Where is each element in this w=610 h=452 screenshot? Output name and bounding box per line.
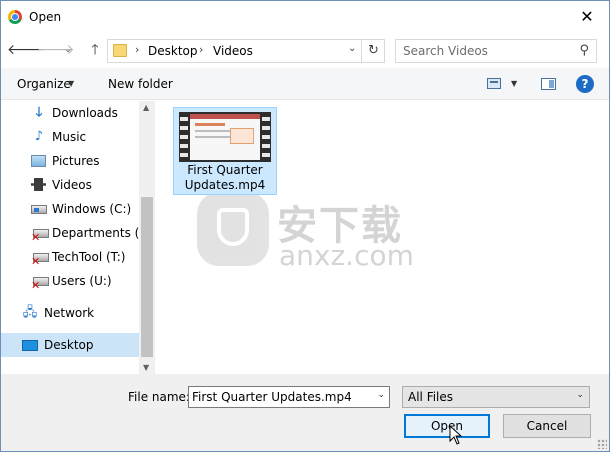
downloads-icon: 🡓 — [35, 105, 43, 120]
up-button[interactable]: 🡑 — [85, 40, 105, 60]
breadcrumb-desktop[interactable]: Desktop — [148, 44, 198, 58]
recent-locations-button[interactable]: ⌄ — [61, 40, 75, 60]
windows-drive-icon — [31, 205, 47, 214]
breadcrumb-videos[interactable]: Videos — [213, 44, 253, 58]
window-title: Open — [29, 10, 62, 24]
sidebar-item-desktop[interactable]: Desktop — [1, 333, 139, 357]
sidebar-item-label: Pictures — [52, 154, 100, 168]
file-item-name: First Quarter Updates.mp4 — [184, 163, 266, 192]
close-button[interactable]: ✕ — [575, 5, 599, 29]
sidebar-item-label: Videos — [52, 178, 92, 192]
sidebar-item-label: Network — [44, 306, 95, 320]
sidebar-item-label: TechTool (T:) — [52, 250, 126, 264]
help-icon[interactable]: ? — [576, 75, 594, 93]
file-item[interactable]: First Quarter Updates.mp4 — [173, 107, 277, 195]
scroll-up-icon[interactable]: ▲ — [143, 103, 149, 112]
chevron-down-icon[interactable]: ▼ — [68, 79, 74, 88]
command-toolbar: Organize ▼ New folder ▼ ? — [1, 68, 609, 100]
sidebar-item-users[interactable]: ✕ Users (U:) — [1, 269, 139, 293]
music-icon: ♪ — [34, 129, 44, 144]
back-button[interactable]: 🡐 — [7, 40, 45, 60]
chevron-down-icon[interactable]: ⌄ — [576, 390, 584, 400]
scroll-thumb[interactable] — [141, 197, 153, 357]
refresh-button[interactable]: ↻ — [361, 40, 385, 62]
search-placeholder: Search Videos — [403, 44, 488, 58]
videos-icon — [31, 178, 46, 191]
navigation-pane: 🡓 Downloads ♪ Music Pictures Videos Wind… — [1, 101, 139, 374]
disconnected-network-drive-icon: ✕ — [31, 253, 49, 267]
scroll-down-icon[interactable]: ▼ — [143, 363, 149, 372]
sidebar-item-label: Windows (C:) — [52, 202, 132, 216]
folder-icon — [113, 44, 127, 57]
network-icon: 🖧 — [22, 305, 38, 320]
watermark-text-en: anxz.com — [279, 239, 414, 272]
file-list[interactable]: 安下载 anxz.com First Quarter Updates.mp4 — [155, 101, 609, 374]
search-input[interactable]: Search Videos ⚲ — [395, 39, 597, 63]
sidebar-item-label: Music — [52, 130, 87, 144]
file-type-select[interactable]: All Files ⌄ — [402, 386, 590, 408]
navigation-scrollbar[interactable]: ▲ ▼ — [139, 101, 155, 374]
desktop-icon — [22, 340, 38, 351]
chevron-right-icon[interactable]: › — [199, 43, 203, 56]
pictures-icon — [31, 155, 46, 167]
title-bar: Open ✕ — [1, 1, 609, 33]
sidebar-item-label: Desktop — [44, 338, 94, 352]
sidebar-item-windows-c[interactable]: Windows (C:) — [1, 197, 139, 221]
change-view-icon[interactable] — [487, 78, 501, 89]
sidebar-item-label: Downloads — [52, 106, 118, 120]
forward-button[interactable]: 🡒 — [37, 40, 75, 60]
disconnected-network-drive-icon: ✕ — [31, 277, 49, 291]
sidebar-item-music[interactable]: ♪ Music — [1, 125, 139, 149]
chevron-down-icon[interactable]: ▼ — [511, 79, 517, 88]
address-bar[interactable]: › Desktop › Videos ⌄ ↻ — [107, 39, 385, 63]
address-row: 🡐 🡒 ⌄ 🡑 › Desktop › Videos ⌄ ↻ Search Vi… — [1, 34, 609, 68]
chrome-icon — [8, 10, 22, 24]
sidebar-item-departments[interactable]: ✕ Departments (N: — [1, 221, 139, 245]
resize-grip[interactable] — [597, 439, 607, 449]
chevron-right-icon[interactable]: › — [135, 43, 139, 56]
new-folder-button[interactable]: New folder — [108, 77, 173, 91]
sidebar-item-label: Users (U:) — [52, 274, 112, 288]
mouse-cursor-icon — [449, 425, 463, 445]
file-name-input[interactable]: First Quarter Updates.mp4 ⌄ — [188, 386, 390, 408]
sidebar-item-pictures[interactable]: Pictures — [1, 149, 139, 173]
organize-button[interactable]: Organize — [17, 77, 71, 91]
chevron-down-icon[interactable]: ⌄ — [348, 43, 356, 54]
file-name-value[interactable]: First Quarter Updates.mp4 — [192, 390, 352, 404]
open-file-dialog: Open ✕ 🡐 🡒 ⌄ 🡑 › Desktop › Videos ⌄ ↻ Se… — [0, 0, 610, 452]
file-name-label: File name: — [128, 390, 190, 404]
chevron-down-icon[interactable]: ⌄ — [377, 390, 385, 400]
open-button[interactable]: Open — [404, 414, 490, 438]
disconnected-network-drive-icon: ✕ — [31, 229, 49, 243]
sidebar-item-network[interactable]: 🖧 Network — [1, 301, 139, 325]
watermark-logo — [197, 192, 269, 266]
preview-pane-icon[interactable] — [541, 78, 556, 90]
sidebar-item-downloads[interactable]: 🡓 Downloads — [1, 101, 139, 125]
file-type-value: All Files — [408, 390, 454, 404]
dialog-footer: File name: First Quarter Updates.mp4 ⌄ A… — [1, 374, 609, 451]
cancel-button[interactable]: Cancel — [503, 414, 591, 438]
search-icon: ⚲ — [579, 43, 589, 58]
sidebar-item-label: Departments (N: — [52, 226, 139, 240]
sidebar-item-techtool[interactable]: ✕ TechTool (T:) — [1, 245, 139, 269]
sidebar-item-videos[interactable]: Videos — [1, 173, 139, 197]
video-thumbnail-icon — [179, 112, 271, 162]
